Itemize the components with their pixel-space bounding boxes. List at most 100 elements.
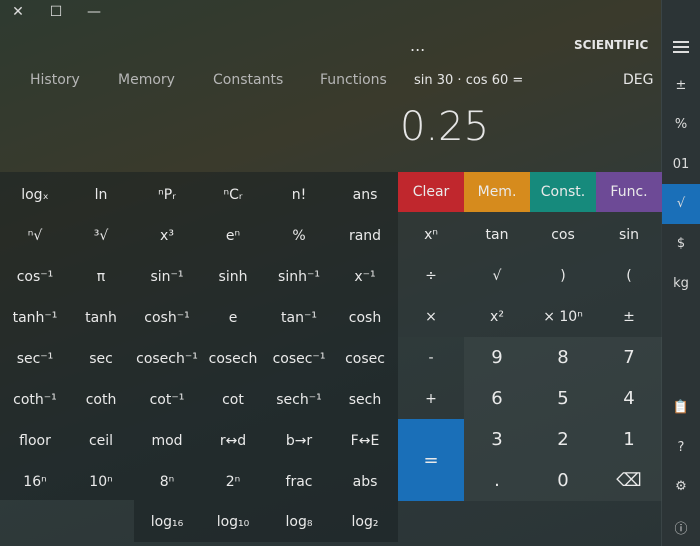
function-key-r5-c5[interactable]: coth⁻¹ — [2, 379, 68, 420]
tab-functions[interactable]: Functions — [320, 72, 387, 88]
key-5[interactable]: 5 — [530, 378, 596, 419]
function-key-r3-c0[interactable]: cosh — [332, 297, 398, 338]
key-0[interactable]: 0 — [530, 460, 596, 501]
function-key-r0-c1[interactable]: n! — [266, 174, 332, 215]
function-key-r4-c2[interactable]: cosech — [200, 338, 266, 379]
function-key-r1-c2[interactable]: eⁿ — [200, 215, 266, 256]
key-8[interactable]: 8 — [530, 337, 596, 378]
key-1[interactable]: 1 — [596, 419, 662, 460]
sidebar-item-currency[interactable]: $ — [662, 236, 700, 251]
clear-button[interactable]: Clear — [398, 172, 464, 212]
function-key-r1-c0[interactable]: rand — [332, 215, 398, 256]
key-log8[interactable]: log₈ — [266, 502, 332, 542]
key-4[interactable]: 4 — [596, 378, 662, 419]
function-key-r6-c4[interactable]: ceil — [68, 420, 134, 461]
sidebar-item-units[interactable]: kg — [662, 276, 700, 291]
function-key-r1-c1[interactable]: % — [266, 215, 332, 256]
gear-icon[interactable]: ⚙ — [662, 479, 700, 494]
key-plus[interactable]: + — [398, 378, 464, 419]
function-key-r4-c5[interactable]: sec⁻¹ — [2, 338, 68, 379]
tab-constants[interactable]: Constants — [213, 72, 283, 88]
key-x-power-n[interactable]: xⁿ — [398, 214, 464, 255]
function-key-r6-c3[interactable]: mod — [134, 420, 200, 461]
function-key-r5-c2[interactable]: cot — [200, 379, 266, 420]
function-key-r7-c0[interactable]: abs — [332, 461, 398, 502]
key-9[interactable]: 9 — [464, 337, 530, 378]
function-key-r3-c2[interactable]: e — [200, 297, 266, 338]
maximize-button[interactable]: ☐ — [46, 4, 66, 20]
key-root[interactable]: √ — [464, 255, 530, 296]
function-key-r3-c4[interactable]: tanh — [68, 297, 134, 338]
function-key-r1-c3[interactable]: x³ — [134, 215, 200, 256]
key-plus-minus[interactable]: ± — [596, 296, 662, 337]
function-key-r4-c4[interactable]: sec — [68, 338, 134, 379]
function-key-r3-c3[interactable]: cosh⁻¹ — [134, 297, 200, 338]
key-7[interactable]: 7 — [596, 337, 662, 378]
equals-button[interactable]: = — [398, 419, 464, 501]
key-multiply[interactable]: × — [398, 296, 464, 337]
key-sin[interactable]: sin — [596, 214, 662, 255]
function-key-r2-c4[interactable]: π — [68, 256, 134, 297]
tab-history[interactable]: History — [30, 72, 80, 88]
function-key-r7-c4[interactable]: 10ⁿ — [68, 461, 134, 502]
key-6[interactable]: 6 — [464, 378, 530, 419]
function-key-r5-c3[interactable]: cot⁻¹ — [134, 379, 200, 420]
constants-button[interactable]: Const. — [530, 172, 596, 212]
close-button[interactable]: ✕ — [8, 4, 28, 20]
function-key-r5-c0[interactable]: sech — [332, 379, 398, 420]
key-log10[interactable]: log₁₀ — [200, 502, 266, 542]
function-key-r3-c5[interactable]: tanh⁻¹ — [2, 297, 68, 338]
minimize-button[interactable]: — — [84, 4, 104, 20]
key-close-paren[interactable]: ) — [530, 255, 596, 296]
key-2[interactable]: 2 — [530, 419, 596, 460]
function-key-r5-c4[interactable]: coth — [68, 379, 134, 420]
function-key-r3-c1[interactable]: tan⁻¹ — [266, 297, 332, 338]
sidebar-item-percent[interactable]: % — [662, 117, 700, 132]
function-key-r4-c1[interactable]: cosec⁻¹ — [266, 338, 332, 379]
clipboard-icon[interactable]: 📋 — [662, 400, 700, 415]
function-key-r4-c3[interactable]: cosech⁻¹ — [134, 338, 200, 379]
function-key-r7-c3[interactable]: 8ⁿ — [134, 461, 200, 502]
function-key-r4-c0[interactable]: cosec — [332, 338, 398, 379]
function-key-r6-c5[interactable]: floor — [2, 420, 68, 461]
tab-memory[interactable]: Memory — [118, 72, 175, 88]
function-key-r0-c5[interactable]: logₓ — [2, 174, 68, 215]
function-key-r0-c2[interactable]: ⁿCᵣ — [200, 174, 266, 215]
backspace-icon[interactable]: ⌫ — [596, 460, 662, 501]
key-minus[interactable]: - — [398, 337, 464, 378]
memory-button[interactable]: Mem. — [464, 172, 530, 212]
key-log2[interactable]: log₂ — [332, 502, 398, 542]
key-times-ten-power[interactable]: × 10ⁿ — [530, 296, 596, 337]
sidebar-item-programmer[interactable]: 01 — [662, 157, 700, 172]
function-key-r6-c0[interactable]: F↔E — [332, 420, 398, 461]
help-icon[interactable]: ? — [662, 440, 700, 455]
function-key-r2-c5[interactable]: cos⁻¹ — [2, 256, 68, 297]
sidebar-item-scientific[interactable]: √ — [662, 184, 700, 224]
more-menu[interactable]: ... — [410, 36, 425, 55]
function-key-r7-c2[interactable]: 2ⁿ — [200, 461, 266, 502]
functions-button[interactable]: Func. — [596, 172, 662, 212]
function-key-r0-c4[interactable]: ln — [68, 174, 134, 215]
function-key-r2-c1[interactable]: sinh⁻¹ — [266, 256, 332, 297]
function-key-r6-c2[interactable]: r↔d — [200, 420, 266, 461]
function-key-r1-c5[interactable]: ⁿ√ — [2, 215, 68, 256]
sidebar-item-sign[interactable]: ± — [662, 78, 700, 93]
angle-mode-button[interactable]: DEG — [623, 72, 653, 88]
key-tan[interactable]: tan — [464, 214, 530, 255]
key-decimal[interactable]: . — [464, 460, 530, 501]
function-key-r0-c3[interactable]: ⁿPᵣ — [134, 174, 200, 215]
key-3[interactable]: 3 — [464, 419, 530, 460]
function-key-r1-c4[interactable]: ³√ — [68, 215, 134, 256]
key-log16[interactable]: log₁₆ — [134, 502, 200, 542]
key-cos[interactable]: cos — [530, 214, 596, 255]
key-open-paren[interactable]: ( — [596, 255, 662, 296]
function-key-r7-c1[interactable]: frac — [266, 461, 332, 502]
function-key-r6-c1[interactable]: b→r — [266, 420, 332, 461]
info-icon[interactable]: ⓘ — [662, 518, 700, 537]
key-divide[interactable]: ÷ — [398, 255, 464, 296]
function-key-r2-c3[interactable]: sin⁻¹ — [134, 256, 200, 297]
function-key-r7-c5[interactable]: 16ⁿ — [2, 461, 68, 502]
function-key-r2-c0[interactable]: x⁻¹ — [332, 256, 398, 297]
function-key-r5-c1[interactable]: sech⁻¹ — [266, 379, 332, 420]
function-key-r2-c2[interactable]: sinh — [200, 256, 266, 297]
